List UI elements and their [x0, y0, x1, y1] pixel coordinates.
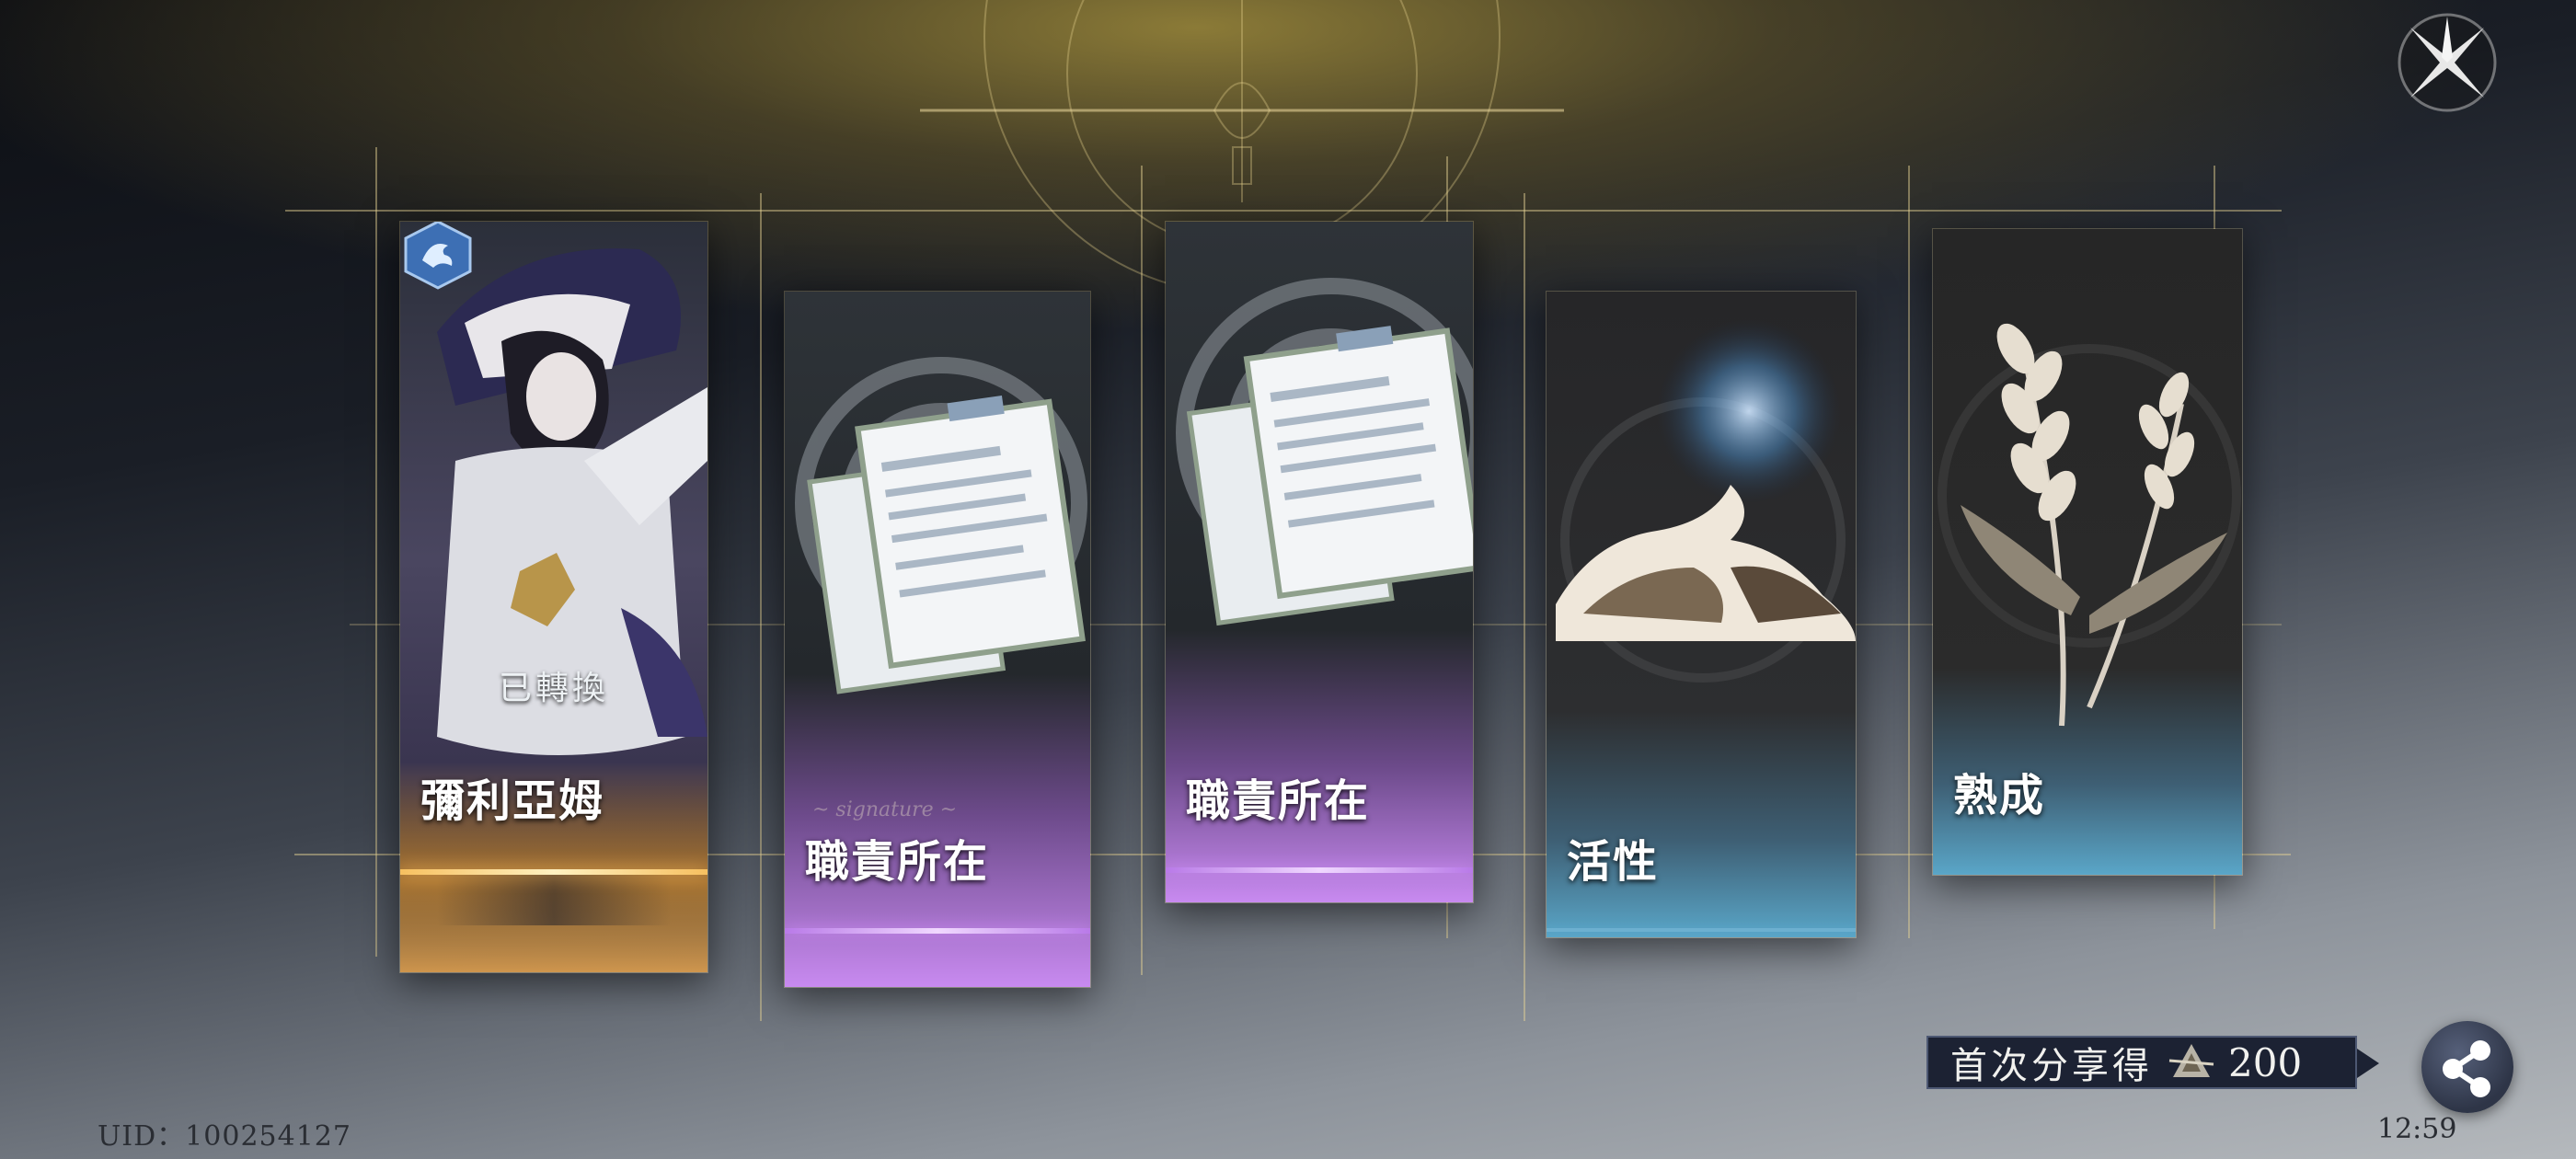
rarity-glow-purple: [1166, 867, 1473, 873]
share-button[interactable]: [2421, 1021, 2513, 1113]
share-reward-amount: 200: [2228, 1039, 2303, 1085]
card-title: 職責所在: [805, 836, 990, 888]
share-reward-text: 首次分享得: [1950, 1045, 2153, 1087]
result-card-duty-2[interactable]: 職責所在: [1165, 221, 1474, 903]
share-icon: [2443, 1040, 2490, 1097]
close-compass-icon[interactable]: [2383, 9, 2512, 120]
character-portrait: [400, 222, 707, 972]
rarity-glow-purple: [785, 928, 1090, 934]
result-card-activity[interactable]: 活性: [1546, 291, 1857, 938]
frame-line: [375, 147, 377, 957]
frame-line: [1524, 193, 1525, 1021]
svg-text:~ signature ~: ~ signature ~: [812, 798, 957, 821]
card-title: 熟成: [1953, 770, 2046, 821]
result-card-duty-1[interactable]: ~ signature ~ 職責所在: [784, 291, 1091, 988]
card-title: 彌利亞姆: [420, 775, 605, 827]
frame-line: [1141, 166, 1143, 975]
draw-results-screen: 已轉換 彌利亞姆 ~ signature ~ 職責所在 職責所在 活性 熟成 首…: [0, 0, 2576, 1159]
result-card-character[interactable]: 已轉換 彌利亞姆: [399, 221, 708, 973]
uid-label: UID：100254127: [98, 1120, 351, 1153]
rarity-glow-gold: [400, 869, 707, 875]
card-title: 職責所在: [1186, 775, 1371, 827]
frame-line: [285, 210, 2282, 212]
dragon-badge-icon: [404, 222, 472, 290]
crystal-icon: [2168, 1044, 2214, 1077]
converted-status: 已轉換: [498, 670, 609, 707]
frame-line: [760, 193, 762, 1021]
rarity-glow-blue: [1547, 928, 1856, 932]
converted-banner: [437, 870, 671, 925]
card-title: 活性: [1567, 836, 1660, 888]
share-reward-banner: 首次分享得 200: [1926, 1036, 2379, 1089]
frame-line: [1908, 166, 1910, 938]
result-card-maturation[interactable]: 熟成: [1932, 228, 2243, 876]
clock: 12:59: [2377, 1113, 2457, 1145]
